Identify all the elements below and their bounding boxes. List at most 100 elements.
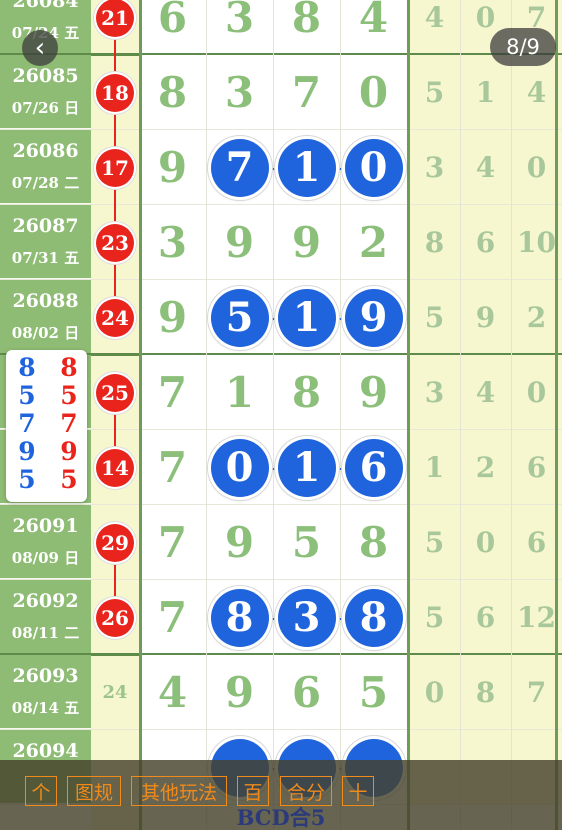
column-divider bbox=[139, 0, 142, 830]
blue-ball: 7 bbox=[210, 138, 269, 197]
draw-number: 26087 bbox=[12, 215, 79, 237]
popup-digit: 8 bbox=[60, 353, 78, 382]
draw-number: 26093 bbox=[12, 665, 79, 687]
digit-value: 4 bbox=[358, 0, 389, 42]
column-divider bbox=[555, 0, 558, 830]
number-popup: 85795 85795 bbox=[6, 350, 87, 502]
draw-date: 08/14 五 bbox=[11, 699, 80, 717]
digit-value: 7 bbox=[157, 368, 188, 417]
digit-cell: 9 bbox=[139, 130, 206, 205]
stat-cell: 0 bbox=[475, 526, 496, 559]
draw-date: 08/09 日 bbox=[11, 549, 80, 567]
digit-value: 8 bbox=[157, 68, 188, 117]
stat-cell: 4 bbox=[475, 376, 496, 409]
digit-cell: 9 bbox=[340, 280, 407, 355]
draw-label: 26093 08/14 五 bbox=[0, 655, 91, 730]
draw-number: 26084 bbox=[12, 0, 79, 12]
digit-value: 2 bbox=[358, 218, 389, 267]
zone-ball: 17 bbox=[96, 148, 134, 187]
stat-cell: 6 bbox=[475, 226, 496, 259]
digit-cell: 1 bbox=[206, 355, 273, 430]
digit-cell: 6 bbox=[139, 0, 206, 55]
digit-value: 5 bbox=[291, 518, 322, 567]
digit-value: 6 bbox=[291, 668, 322, 717]
digit-cell: 5 bbox=[273, 505, 340, 580]
digit-value: 7 bbox=[157, 518, 188, 567]
zone-ball: 25 bbox=[96, 373, 134, 412]
stat-cell: 5 bbox=[424, 526, 445, 559]
blue-ball: 0 bbox=[210, 438, 269, 497]
digit-value: 8 bbox=[291, 368, 322, 417]
popup-digit: 7 bbox=[18, 409, 36, 438]
draw-date: 08/11 二 bbox=[11, 624, 80, 642]
digit-cell: 1 bbox=[273, 430, 340, 505]
digit-value: 9 bbox=[224, 518, 255, 567]
stat-cell: 4 bbox=[424, 1, 445, 34]
digit-cell: 5 bbox=[340, 655, 407, 730]
zone-ball: 24 bbox=[96, 298, 134, 337]
bottom-toolbar: 个 图规 其他玩法 百 合分 十 BCD合5 bbox=[0, 760, 562, 830]
digit-cell: 6 bbox=[273, 655, 340, 730]
draw-date: 07/28 二 bbox=[11, 174, 80, 192]
digit-value: 6 bbox=[157, 0, 188, 42]
popup-digit: 7 bbox=[60, 409, 78, 438]
chart-screen: 2608407/24 五2163844072608507/26 日1883705… bbox=[0, 0, 562, 830]
digit-cell: 7 bbox=[139, 580, 206, 655]
zone-ball: 26 bbox=[96, 598, 134, 637]
draw-label: 26087 07/31 五 bbox=[0, 205, 91, 280]
stat-cell: 5 bbox=[424, 76, 445, 109]
back-button[interactable]: ‹ bbox=[22, 30, 58, 66]
chevron-left-icon: ‹ bbox=[34, 33, 46, 63]
digit-cell: 5 bbox=[206, 280, 273, 355]
draw-date: 08/02 日 bbox=[11, 324, 80, 342]
digit-value: 0 bbox=[358, 68, 389, 117]
zone-ball: 14 bbox=[96, 448, 134, 487]
popup-digit: 5 bbox=[60, 381, 78, 410]
column-divider bbox=[511, 0, 512, 830]
digit-cell: 9 bbox=[206, 205, 273, 280]
draw-number: 26088 bbox=[12, 290, 79, 312]
column-divider bbox=[273, 0, 274, 830]
digit-cell: 3 bbox=[206, 0, 273, 55]
digit-value: 7 bbox=[157, 443, 188, 492]
toolbar-caption: BCD合5 bbox=[236, 805, 326, 830]
digit-value: 9 bbox=[358, 368, 389, 417]
digit-cell: 9 bbox=[273, 205, 340, 280]
digit-cell: 8 bbox=[273, 0, 340, 55]
popup-digit: 9 bbox=[60, 437, 78, 466]
blue-ball: 1 bbox=[277, 438, 336, 497]
draw-number: 26091 bbox=[12, 515, 79, 537]
blue-ball: 5 bbox=[210, 288, 269, 347]
digit-cell: 8 bbox=[206, 580, 273, 655]
blue-ball: 3 bbox=[277, 588, 336, 647]
column-divider bbox=[407, 0, 410, 830]
digit-value: 3 bbox=[224, 0, 255, 42]
stat-cell: 9 bbox=[475, 301, 496, 334]
stat-cell: 1 bbox=[475, 76, 496, 109]
digit-cell: 7 bbox=[139, 505, 206, 580]
stat-cell: 0 bbox=[424, 676, 445, 709]
stat-cell: 3 bbox=[424, 376, 445, 409]
digit-cell: 7 bbox=[139, 430, 206, 505]
blue-ball: 1 bbox=[277, 288, 336, 347]
draw-number: 26092 bbox=[12, 590, 79, 612]
digit-cell: 8 bbox=[273, 355, 340, 430]
digit-value: 9 bbox=[157, 143, 188, 192]
draw-number: 26085 bbox=[12, 65, 79, 87]
zone-ball: 21 bbox=[96, 0, 134, 37]
zone-ball: 18 bbox=[96, 73, 134, 112]
stat-cell: 5 bbox=[424, 601, 445, 634]
digit-value: 5 bbox=[358, 668, 389, 717]
digit-cell: 0 bbox=[340, 130, 407, 205]
digit-value: 9 bbox=[224, 668, 255, 717]
popup-column-left: 85795 bbox=[16, 354, 38, 494]
popup-column-right: 85795 bbox=[58, 354, 80, 494]
digit-cell: 9 bbox=[206, 505, 273, 580]
stat-cell: 8 bbox=[475, 676, 496, 709]
popup-digit: 5 bbox=[60, 465, 78, 494]
digit-cell: 8 bbox=[340, 580, 407, 655]
digit-cell: 9 bbox=[206, 655, 273, 730]
zone-ball: 29 bbox=[96, 523, 134, 562]
draw-label: 26088 08/02 日 bbox=[0, 280, 91, 355]
digit-cell: 3 bbox=[273, 580, 340, 655]
